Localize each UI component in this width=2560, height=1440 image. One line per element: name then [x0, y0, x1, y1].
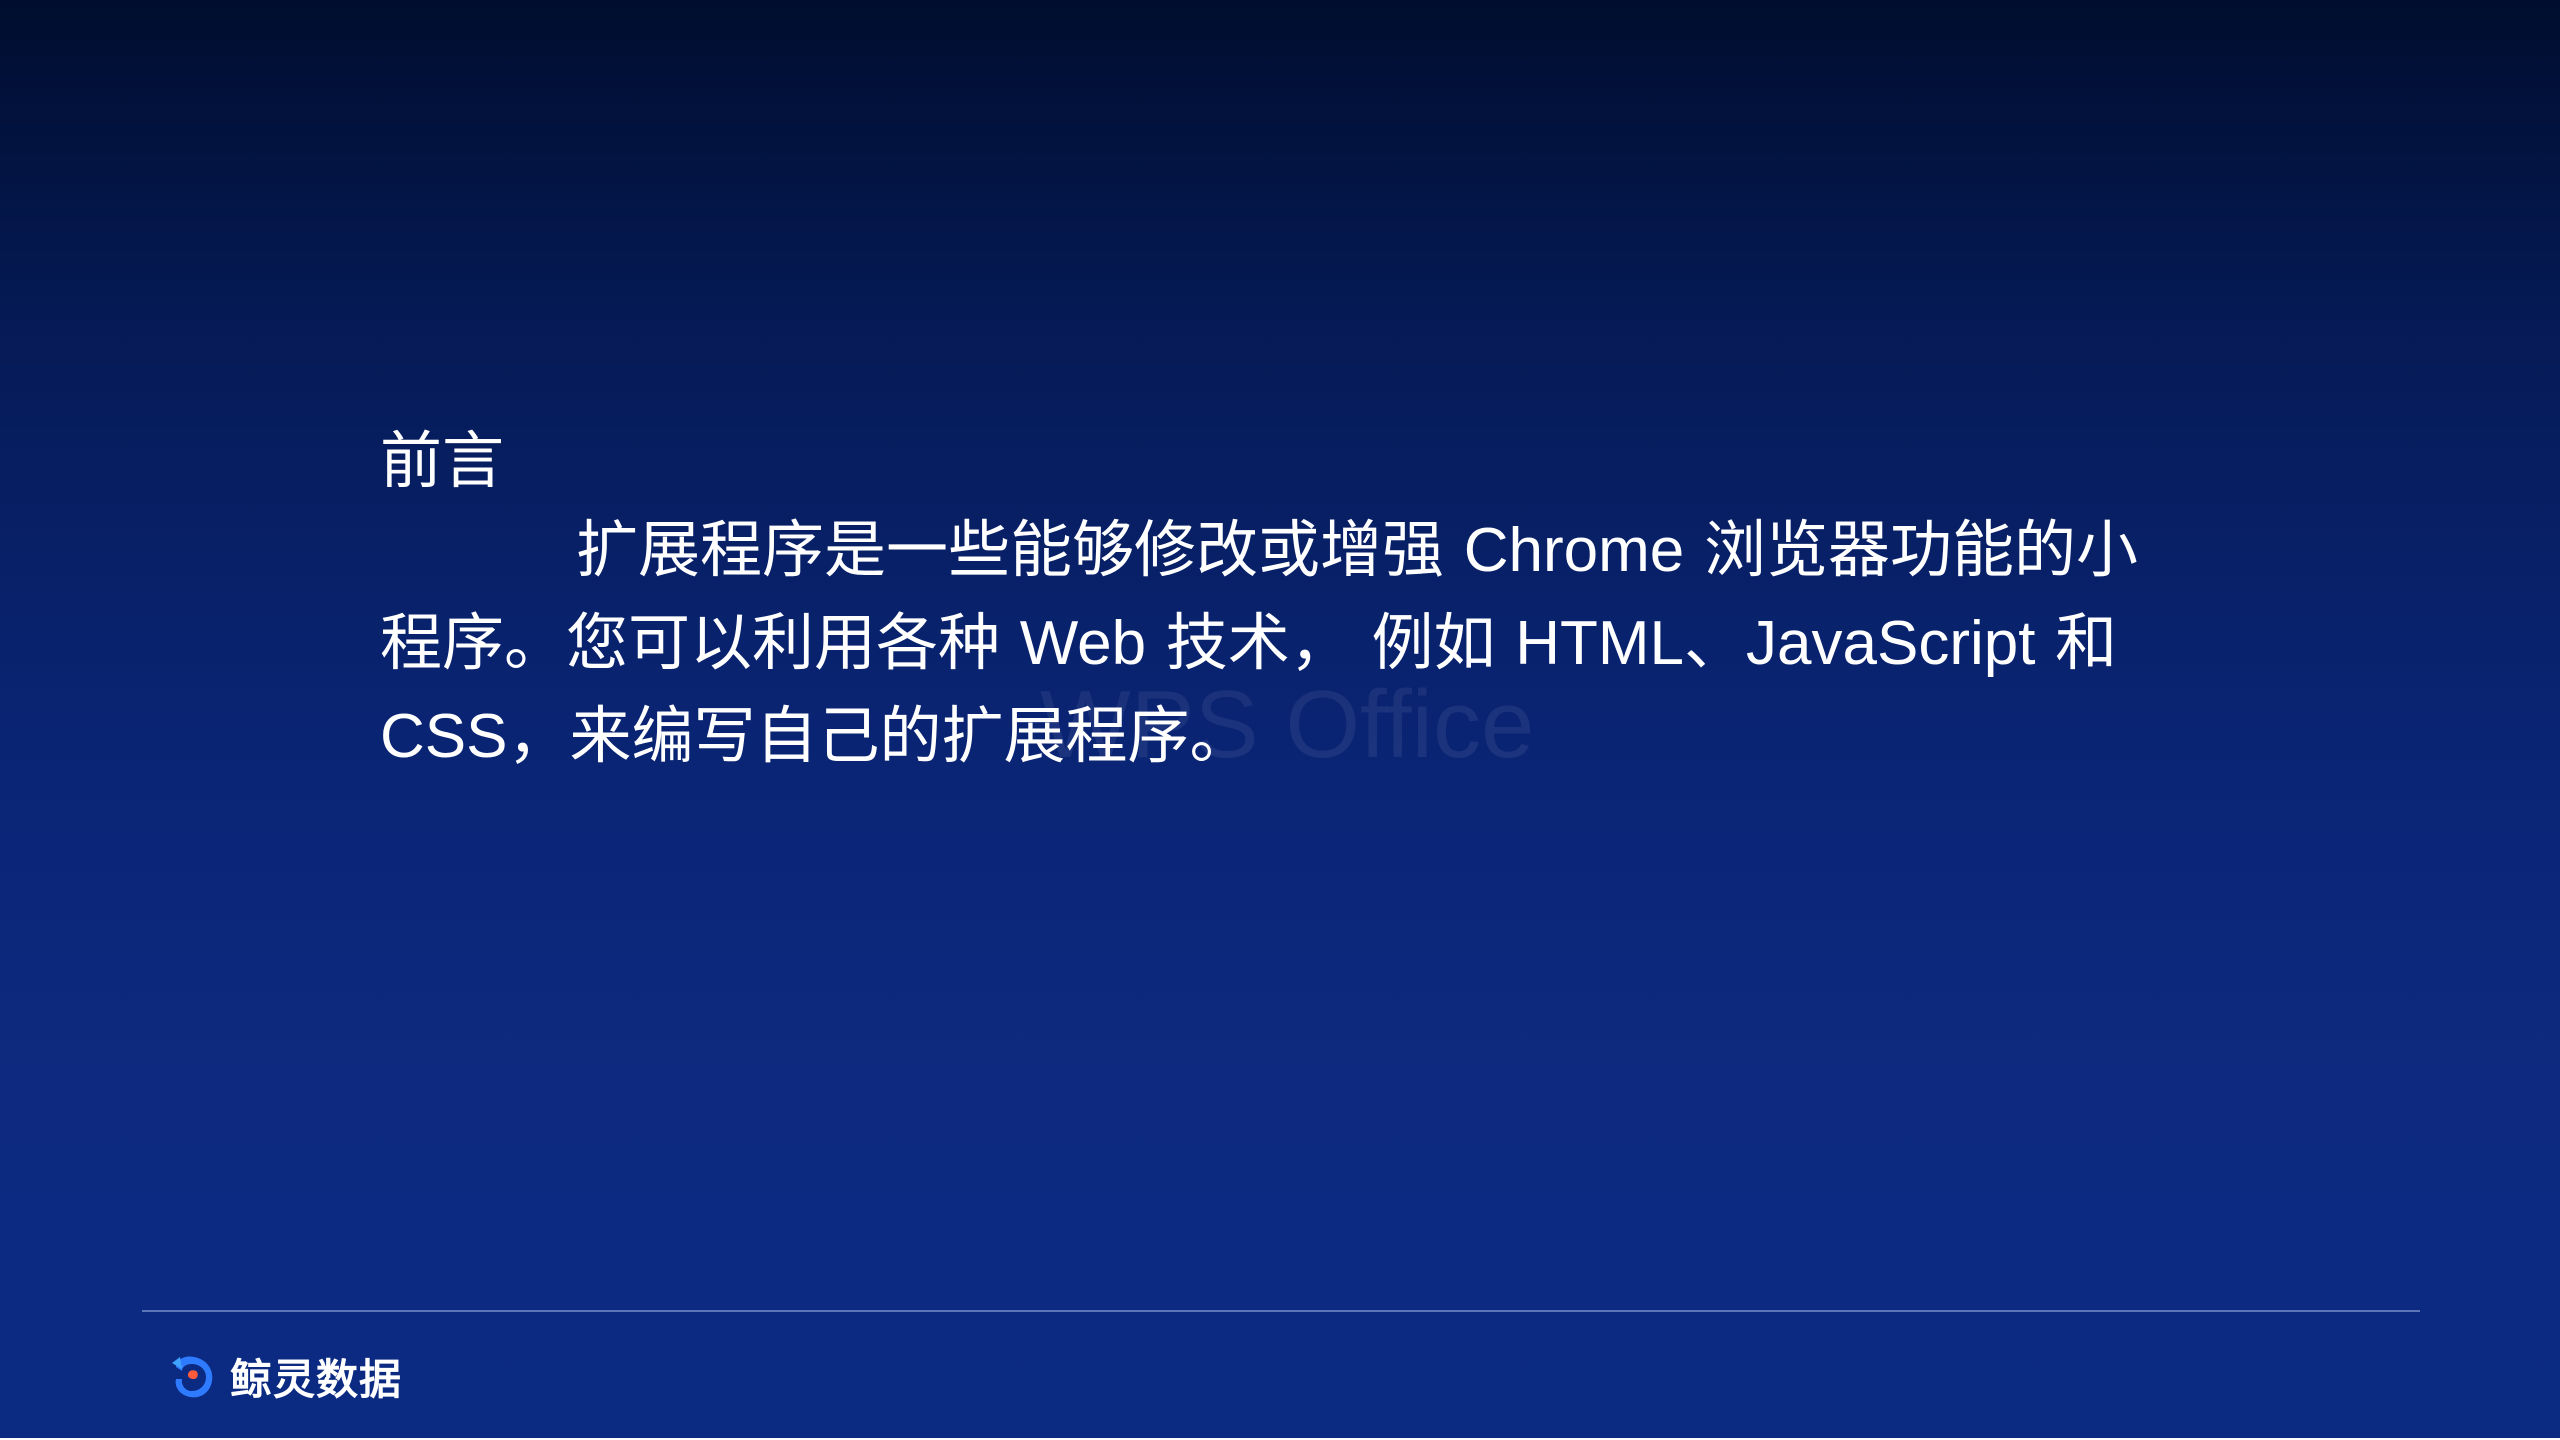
paragraph-term-chrome: Chrome	[1463, 516, 1685, 585]
paragraph-text: 、	[1684, 606, 1747, 679]
slide-paragraph: 扩展程序是一些能够修改或增强 Chrome 浏览器功能的小程序。您可以利用各种 …	[380, 504, 2170, 783]
whale-logo-icon	[172, 1355, 213, 1397]
paragraph-term-html: HTML	[1515, 609, 1684, 678]
slide-content: 前言 扩展程序是一些能够修改或增强 Chrome 浏览器功能的小程序。您可以利用…	[380, 418, 2170, 783]
paragraph-text: ，来编写自己的扩展程序。	[507, 699, 1252, 772]
paragraph-text: 和	[2035, 606, 2118, 679]
footer-divider	[142, 1310, 2420, 1312]
brand-name: 鲸灵数据	[230, 1355, 403, 1404]
footer-brand: 鲸灵数据	[166, 1346, 402, 1407]
slide-heading: 前言	[380, 424, 505, 497]
paragraph-term-web: Web	[1019, 609, 1147, 678]
presentation-slide: WPS Office 前言 扩展程序是一些能够修改或增强 Chrome 浏览器功…	[0, 0, 2560, 1438]
paragraph-term-javascript: JavaScript	[1746, 609, 2036, 678]
paragraph-text: 技术， 例如	[1146, 606, 1516, 679]
paragraph-term-css: CSS	[380, 702, 508, 771]
paragraph-text: 扩展程序是一些能够修改或增强	[576, 513, 1464, 586]
